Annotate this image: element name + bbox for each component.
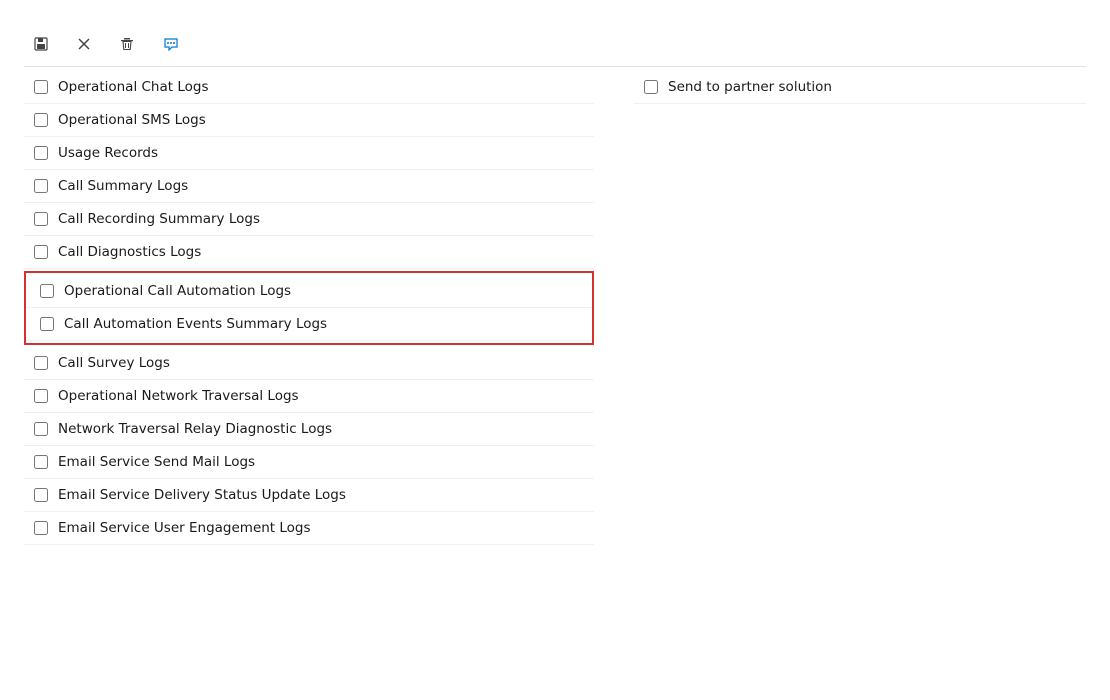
label-operational-network-traversal-logs[interactable]: Operational Network Traversal Logs: [58, 388, 299, 404]
label-call-diagnostics-logs[interactable]: Call Diagnostics Logs: [58, 244, 201, 260]
toolbar: [24, 32, 1086, 67]
list-item: Email Service Send Mail Logs: [24, 446, 594, 479]
list-item: Email Service User Engagement Logs: [24, 512, 594, 545]
checkbox-network-traversal-relay-diagnostic-logs[interactable]: [34, 422, 48, 436]
label-email-service-user-engagement-logs[interactable]: Email Service User Engagement Logs: [58, 520, 311, 536]
left-panel: Operational Chat Logs Operational SMS Lo…: [24, 67, 604, 687]
checkbox-operational-chat-logs[interactable]: [34, 80, 48, 94]
discard-button[interactable]: [67, 32, 106, 56]
content-area: Operational Chat Logs Operational SMS Lo…: [24, 67, 1086, 687]
checkbox-call-automation-events-summary-logs[interactable]: [40, 317, 54, 331]
feedback-button[interactable]: [153, 32, 194, 56]
checkbox-operational-sms-logs[interactable]: [34, 113, 48, 127]
list-item: Operational SMS Logs: [24, 104, 594, 137]
right-panel: Send to partner solution: [604, 67, 1086, 687]
label-usage-records[interactable]: Usage Records: [58, 145, 158, 161]
checkbox-email-service-delivery-status-update-logs[interactable]: [34, 488, 48, 502]
label-email-service-send-mail-logs[interactable]: Email Service Send Mail Logs: [58, 454, 255, 470]
checkbox-call-summary-logs[interactable]: [34, 179, 48, 193]
checkbox-email-service-send-mail-logs[interactable]: [34, 455, 48, 469]
list-item: Call Diagnostics Logs: [24, 236, 594, 269]
right-items: Send to partner solution: [634, 71, 1086, 104]
list-item: Call Survey Logs: [24, 347, 594, 380]
save-icon: [34, 37, 48, 51]
label-send-to-partner-solution[interactable]: Send to partner solution: [668, 79, 832, 95]
list-item: Call Recording Summary Logs: [24, 203, 594, 236]
list-item: Operational Chat Logs: [24, 71, 594, 104]
list-item: Operational Call Automation Logs: [26, 275, 592, 308]
list-item: Network Traversal Relay Diagnostic Logs: [24, 413, 594, 446]
label-operational-call-automation-logs[interactable]: Operational Call Automation Logs: [64, 283, 291, 299]
discard-icon: [77, 37, 91, 51]
label-call-recording-summary-logs[interactable]: Call Recording Summary Logs: [58, 211, 260, 227]
list-item: Operational Network Traversal Logs: [24, 380, 594, 413]
checkbox-call-recording-summary-logs[interactable]: [34, 212, 48, 226]
list-item: Call Summary Logs: [24, 170, 594, 203]
feedback-icon: [163, 37, 179, 51]
highlighted-section: Operational Call Automation Logs Call Au…: [24, 271, 594, 345]
save-button[interactable]: [24, 32, 63, 56]
checkbox-email-service-user-engagement-logs[interactable]: [34, 521, 48, 535]
checkbox-call-diagnostics-logs[interactable]: [34, 245, 48, 259]
checkbox-operational-network-traversal-logs[interactable]: [34, 389, 48, 403]
delete-icon: [120, 37, 134, 51]
left-items-bottom: Call Survey Logs Operational Network Tra…: [24, 347, 594, 545]
label-operational-sms-logs[interactable]: Operational SMS Logs: [58, 112, 206, 128]
delete-button[interactable]: [110, 32, 149, 56]
checkbox-send-to-partner-solution[interactable]: [644, 80, 658, 94]
label-network-traversal-relay-diagnostic-logs[interactable]: Network Traversal Relay Diagnostic Logs: [58, 421, 332, 437]
checkbox-usage-records[interactable]: [34, 146, 48, 160]
label-call-survey-logs[interactable]: Call Survey Logs: [58, 355, 170, 371]
list-item: Send to partner solution: [634, 71, 1086, 104]
left-items-top: Operational Chat Logs Operational SMS Lo…: [24, 71, 594, 269]
checkbox-call-survey-logs[interactable]: [34, 356, 48, 370]
list-item: Email Service Delivery Status Update Log…: [24, 479, 594, 512]
list-item: Usage Records: [24, 137, 594, 170]
label-email-service-delivery-status-update-logs[interactable]: Email Service Delivery Status Update Log…: [58, 487, 346, 503]
label-call-summary-logs[interactable]: Call Summary Logs: [58, 178, 188, 194]
highlighted-items: Operational Call Automation Logs Call Au…: [26, 275, 592, 341]
checkbox-operational-call-automation-logs[interactable]: [40, 284, 54, 298]
list-item: Call Automation Events Summary Logs: [26, 308, 592, 341]
label-operational-chat-logs[interactable]: Operational Chat Logs: [58, 79, 208, 95]
label-call-automation-events-summary-logs[interactable]: Call Automation Events Summary Logs: [64, 316, 327, 332]
